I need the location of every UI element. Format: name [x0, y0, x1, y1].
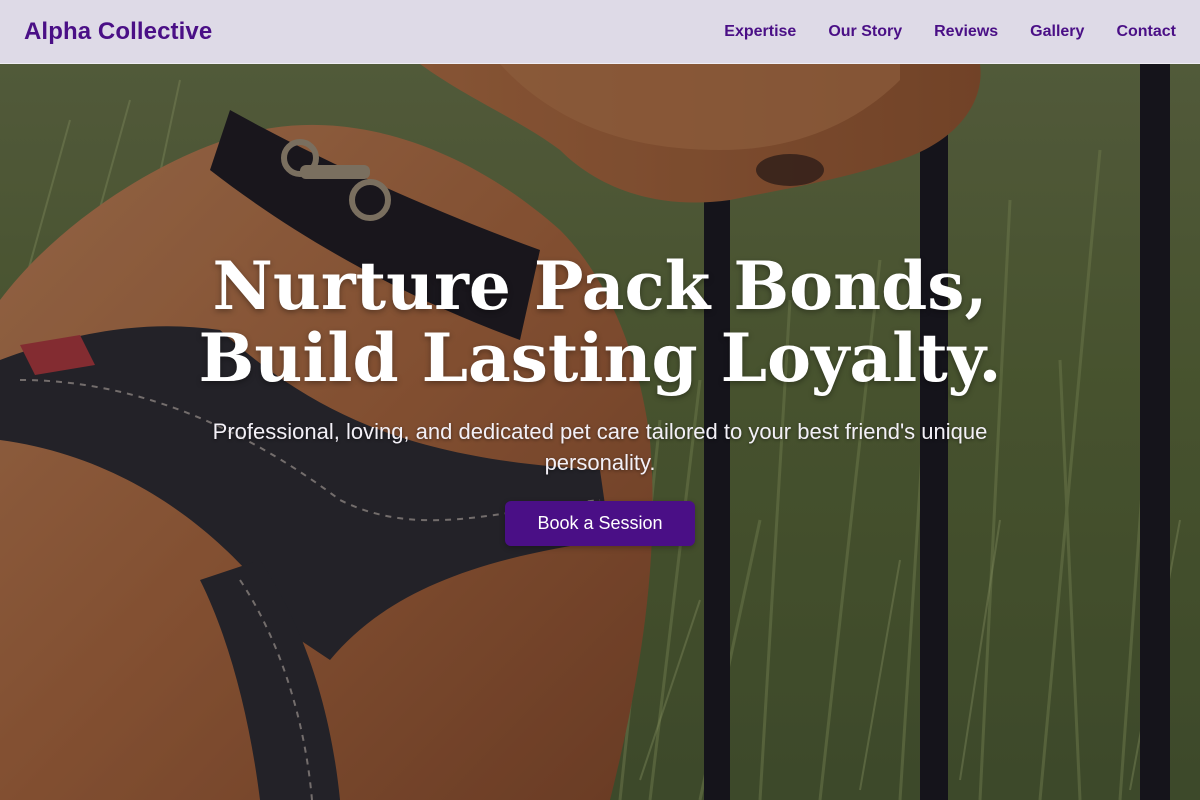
hero-title-line-2: Build Lasting Loyalty. [198, 319, 1002, 397]
nav-link-our-story[interactable]: Our Story [828, 23, 902, 41]
nav-link-reviews[interactable]: Reviews [934, 23, 998, 41]
brand-logo-link[interactable]: Alpha Collective [24, 18, 212, 46]
book-session-button[interactable]: Book a Session [505, 501, 695, 546]
nav-link-expertise[interactable]: Expertise [724, 23, 796, 41]
hero-section: Nurture Pack Bonds, Build Lasting Loyalt… [100, 250, 1100, 546]
landing-page: Alpha Collective Expertise Our Story Rev… [0, 0, 1200, 800]
hero-title: Nurture Pack Bonds, Build Lasting Loyalt… [100, 250, 1100, 394]
hero-title-line-1: Nurture Pack Bonds, [212, 247, 988, 325]
nav-link-contact[interactable]: Contact [1116, 23, 1176, 41]
main-nav: Expertise Our Story Reviews Gallery Cont… [724, 23, 1176, 41]
hero-subtitle: Professional, loving, and dedicated pet … [212, 419, 988, 475]
top-navbar: Alpha Collective Expertise Our Story Rev… [0, 0, 1200, 64]
nav-link-gallery[interactable]: Gallery [1030, 23, 1084, 41]
